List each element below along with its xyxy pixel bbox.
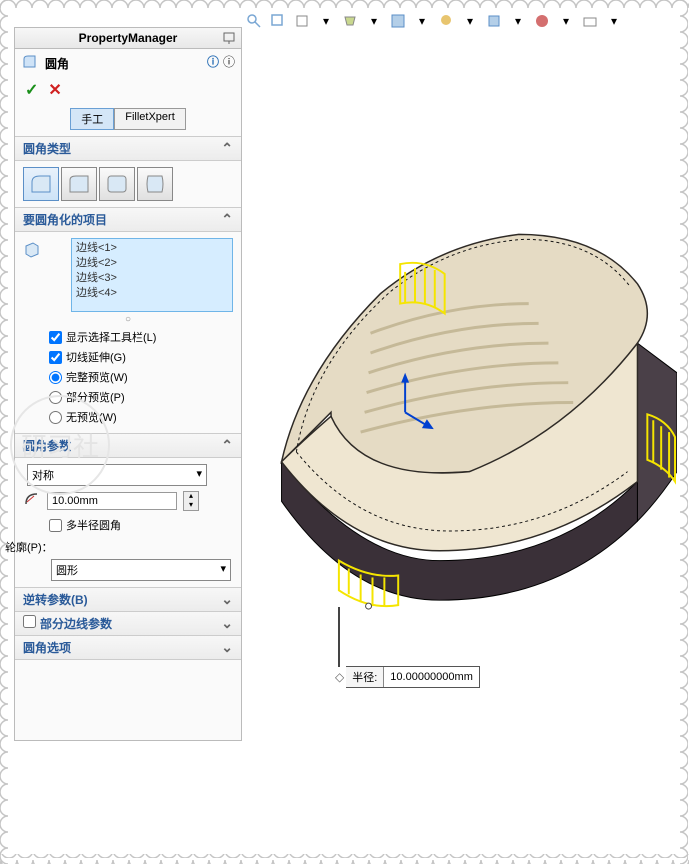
chevron-up-icon: ⌃ (221, 211, 233, 228)
property-manager-panel: PropertyManager 圆角 ⓘ ⓘ ✓ ✕ 手工 FilletXper… (14, 27, 242, 741)
callout-label: 半径: (346, 667, 384, 687)
section-title: 要圆角化的项目 (23, 211, 107, 228)
checkbox-multi-radius[interactable] (49, 519, 62, 532)
fillet-type-face[interactable] (99, 167, 135, 201)
chevron-up-icon: ⌃ (221, 140, 233, 157)
chevron-down-icon[interactable]: ▾ (605, 12, 623, 30)
section-body-params: 对称▾ ▴▾ 多半径圆角 轮廓(P)： 圆形▾ (15, 458, 241, 587)
chevron-up-icon: ⌃ (221, 437, 233, 454)
section-title: 圆角类型 (23, 140, 71, 157)
view-settings-icon[interactable] (581, 12, 599, 30)
zoom-fit-icon[interactable] (245, 12, 263, 30)
chevron-down-icon: ⌄ (221, 615, 233, 632)
more-help-icon[interactable]: ⓘ (223, 53, 235, 70)
checkbox-tangent[interactable] (49, 351, 62, 364)
checkbox-show-toolbar[interactable] (49, 331, 62, 344)
section-header-type[interactable]: 圆角类型 ⌃ (15, 136, 241, 161)
section-header-params[interactable]: 圆角参数 ⌃ (15, 433, 241, 458)
section-title: 圆角参数 (23, 437, 71, 454)
feature-title-row: 圆角 ⓘ ⓘ (15, 49, 241, 78)
label: 部分预览(P) (66, 389, 125, 405)
appearance-icon[interactable] (533, 12, 551, 30)
label: 多半径圆角 (66, 517, 121, 533)
symmetry-select[interactable]: 对称▾ (27, 464, 207, 486)
list-item[interactable]: 边线<1> (76, 241, 228, 256)
fillet-icon (21, 53, 39, 74)
profile-label: 轮廓(P)： (5, 539, 233, 555)
label: 无预览(W) (66, 409, 117, 425)
label: 完整预览(W) (66, 369, 128, 385)
view-toolbar: ▾ ▾ ▾ ▾ ▾ ▾ ▾ (245, 10, 669, 32)
edge-selection-list[interactable]: 边线<1> 边线<2> 边线<3> 边线<4> (71, 238, 233, 312)
section-header-reverse[interactable]: 逆转参数(B) ⌄ (15, 587, 241, 612)
pin-icon[interactable] (221, 31, 237, 48)
chevron-down-icon: ⌄ (221, 639, 233, 656)
callout-leader (338, 607, 340, 667)
section-header-partial-edge[interactable]: 部分边线参数 ⌄ (15, 612, 241, 636)
graphics-viewport[interactable] (242, 32, 677, 852)
section-header-items[interactable]: 要圆角化的项目 ⌃ (15, 207, 241, 232)
tab-filletxpert[interactable]: FilletXpert (114, 108, 186, 130)
help-icon[interactable]: ⓘ (207, 53, 219, 70)
section-body-items: 边线<1> 边线<2> 边线<3> 边线<4> ○ 显示选择工具栏(L) 切线延… (15, 232, 241, 433)
chevron-down-icon[interactable]: ▾ (461, 12, 479, 30)
list-item[interactable]: 边线<4> (76, 286, 228, 301)
display-style-icon[interactable] (341, 12, 359, 30)
chevron-down-icon[interactable]: ▾ (365, 12, 383, 30)
section-view-icon[interactable] (389, 12, 407, 30)
label: 显示选择工具栏(L) (66, 329, 156, 345)
radius-spinner[interactable]: ▴▾ (183, 491, 199, 511)
radio-full-preview[interactable] (49, 371, 62, 384)
view-orient-icon[interactable] (293, 12, 311, 30)
edge-icon (23, 240, 45, 312)
section-header-options[interactable]: 圆角选项 ⌄ (15, 636, 241, 660)
checkbox-partial-edge[interactable] (23, 615, 36, 628)
chevron-down-icon[interactable]: ▾ (413, 12, 431, 30)
radius-input[interactable] (47, 492, 177, 510)
section-title: 部分边线参数 (40, 617, 112, 631)
ok-button[interactable]: ✓ (25, 80, 38, 100)
profile-select[interactable]: 圆形▾ (51, 559, 231, 581)
callout-value[interactable]: 10.00000000mm (384, 669, 479, 685)
radio-no-preview[interactable] (49, 411, 62, 424)
panel-header: PropertyManager (15, 28, 241, 49)
radio-partial-preview[interactable] (49, 391, 62, 404)
hide-show-icon[interactable] (485, 12, 503, 30)
fillet-type-constant[interactable] (23, 167, 59, 201)
scene-icon[interactable] (437, 12, 455, 30)
section-title: 逆转参数(B) (23, 591, 88, 608)
radius-icon (23, 490, 41, 511)
mode-tabs: 手工 FilletXpert (15, 106, 241, 136)
panel-title: PropertyManager (79, 31, 178, 45)
cancel-button[interactable]: ✕ (48, 80, 61, 100)
radius-callout[interactable]: ◇ 半径: 10.00000000mm (346, 666, 480, 688)
fillet-type-full-round[interactable] (137, 167, 173, 201)
list-item[interactable]: 边线<3> (76, 271, 228, 286)
select-value: 圆形 (56, 562, 78, 578)
label: 切线延伸(G) (66, 349, 126, 365)
chevron-down-icon: ⌄ (221, 591, 233, 608)
section-title: 圆角选项 (23, 639, 71, 656)
chevron-down-icon[interactable]: ▾ (509, 12, 527, 30)
feature-name: 圆角 (45, 55, 69, 72)
ok-cancel-row: ✓ ✕ (15, 78, 241, 106)
tab-manual[interactable]: 手工 (70, 108, 114, 130)
zoom-area-icon[interactable] (269, 12, 287, 30)
section-body-type (15, 161, 241, 207)
list-item[interactable]: 边线<2> (76, 256, 228, 271)
select-value: 对称 (32, 467, 54, 483)
fillet-type-variable[interactable] (61, 167, 97, 201)
chevron-down-icon[interactable]: ▾ (317, 12, 335, 30)
chevron-down-icon[interactable]: ▾ (557, 12, 575, 30)
